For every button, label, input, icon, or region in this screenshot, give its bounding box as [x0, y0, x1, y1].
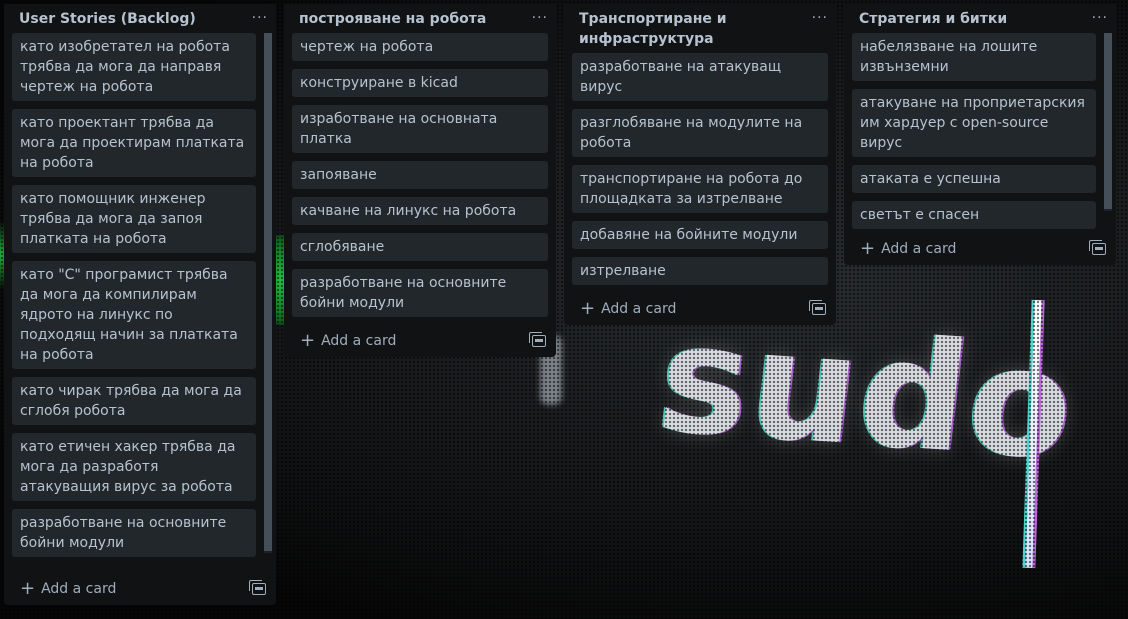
card[interactable]: като чирак трябва да мога да сглобя робо…: [12, 377, 256, 425]
card-list[interactable]: чертеж на робота конструиране в kicad из…: [284, 33, 556, 317]
card-template-icon[interactable]: [1089, 240, 1106, 255]
plus-icon: +: [300, 330, 316, 351]
scrollbar[interactable]: [1104, 33, 1112, 211]
card[interactable]: сглобяване: [292, 233, 548, 261]
card[interactable]: атакуване на проприетарския им хардуер с…: [852, 89, 1096, 157]
add-card-label: Add a card: [601, 301, 677, 317]
list-header: Стратегия и битки ···: [844, 4, 1116, 33]
add-card-button[interactable]: + Add a card: [580, 300, 676, 318]
card[interactable]: качване на линукс на робота: [292, 197, 548, 225]
add-card-label: Add a card: [41, 581, 117, 597]
card-template-icon[interactable]: [809, 300, 826, 315]
card[interactable]: като етичен хакер трябва да мога да разр…: [12, 433, 256, 501]
more-icon[interactable]: ···: [252, 9, 268, 27]
card-list[interactable]: като изобретател на робота трябва да мог…: [4, 33, 276, 573]
card[interactable]: като изобретател на робота трябва да мог…: [12, 33, 256, 101]
card[interactable]: като помощник инженер трябва да мога да …: [12, 185, 256, 253]
more-icon[interactable]: ···: [1092, 9, 1108, 27]
list-header: построяване на робота ···: [284, 4, 556, 33]
scrollbar[interactable]: [264, 33, 272, 553]
add-card-button[interactable]: + Add a card: [860, 240, 956, 258]
card[interactable]: разработване на основните бойни модули: [292, 269, 548, 317]
card[interactable]: чертеж на робота: [292, 33, 548, 61]
card[interactable]: разработване на атакуващ вирус: [572, 53, 828, 101]
list-header: User Stories (Backlog) ···: [4, 4, 276, 33]
board: User Stories (Backlog) ··· като изобрета…: [0, 0, 1128, 619]
card-template-icon[interactable]: [249, 580, 266, 595]
card[interactable]: разработване на основните бойни модули: [12, 509, 256, 557]
list-build-robot: построяване на робота ··· чертеж на робо…: [284, 4, 556, 357]
add-card-button[interactable]: + Add a card: [20, 580, 116, 598]
card-list[interactable]: набелязване на лошите извънземни атакува…: [844, 33, 1116, 233]
card[interactable]: конструиране в kicad: [292, 69, 548, 97]
card[interactable]: като проектант трябва да мога да проекти…: [12, 109, 256, 177]
list-title[interactable]: Стратегия и битки: [859, 9, 1027, 29]
card[interactable]: транспортиране на робота до площадката з…: [572, 165, 828, 213]
card[interactable]: разглобяване на модулите на робота: [572, 109, 828, 157]
more-icon[interactable]: ···: [532, 9, 548, 27]
card[interactable]: като "C" програмист трябва да мога да ко…: [12, 261, 256, 369]
list-header: Транспортиране и инфраструктура ···: [564, 4, 836, 53]
list-user-stories: User Stories (Backlog) ··· като изобрета…: [4, 4, 276, 605]
list-strategy: Стратегия и битки ··· набелязване на лош…: [844, 4, 1116, 265]
more-icon[interactable]: ···: [812, 9, 828, 27]
list-title[interactable]: Транспортиране и инфраструктура: [579, 9, 812, 49]
card[interactable]: атаката е успешна: [852, 165, 1096, 193]
add-card-button[interactable]: + Add a card: [300, 332, 396, 350]
list-footer: + Add a card: [4, 573, 276, 605]
list-transport: Транспортиране и инфраструктура ··· разр…: [564, 4, 836, 325]
list-footer: + Add a card: [564, 293, 836, 325]
card-template-icon[interactable]: [529, 332, 546, 347]
plus-icon: +: [20, 578, 36, 599]
plus-icon: +: [580, 298, 596, 319]
list-footer: + Add a card: [844, 233, 1116, 265]
card[interactable]: изтрелване: [572, 257, 828, 285]
list-title[interactable]: User Stories (Backlog): [19, 9, 216, 29]
card[interactable]: светът е спасен: [852, 201, 1096, 229]
plus-icon: +: [860, 238, 876, 259]
add-card-label: Add a card: [321, 333, 397, 349]
list-footer: + Add a card: [284, 325, 556, 357]
list-title[interactable]: построяване на робота: [299, 9, 506, 29]
add-card-label: Add a card: [881, 241, 957, 257]
card-list[interactable]: разработване на атакуващ вирус разглобяв…: [564, 53, 836, 285]
card[interactable]: запояване: [292, 161, 548, 189]
card[interactable]: изработване на основната платка: [292, 105, 548, 153]
card[interactable]: добавяне на бойните модули: [572, 221, 828, 249]
card[interactable]: набелязване на лошите извънземни: [852, 33, 1096, 81]
